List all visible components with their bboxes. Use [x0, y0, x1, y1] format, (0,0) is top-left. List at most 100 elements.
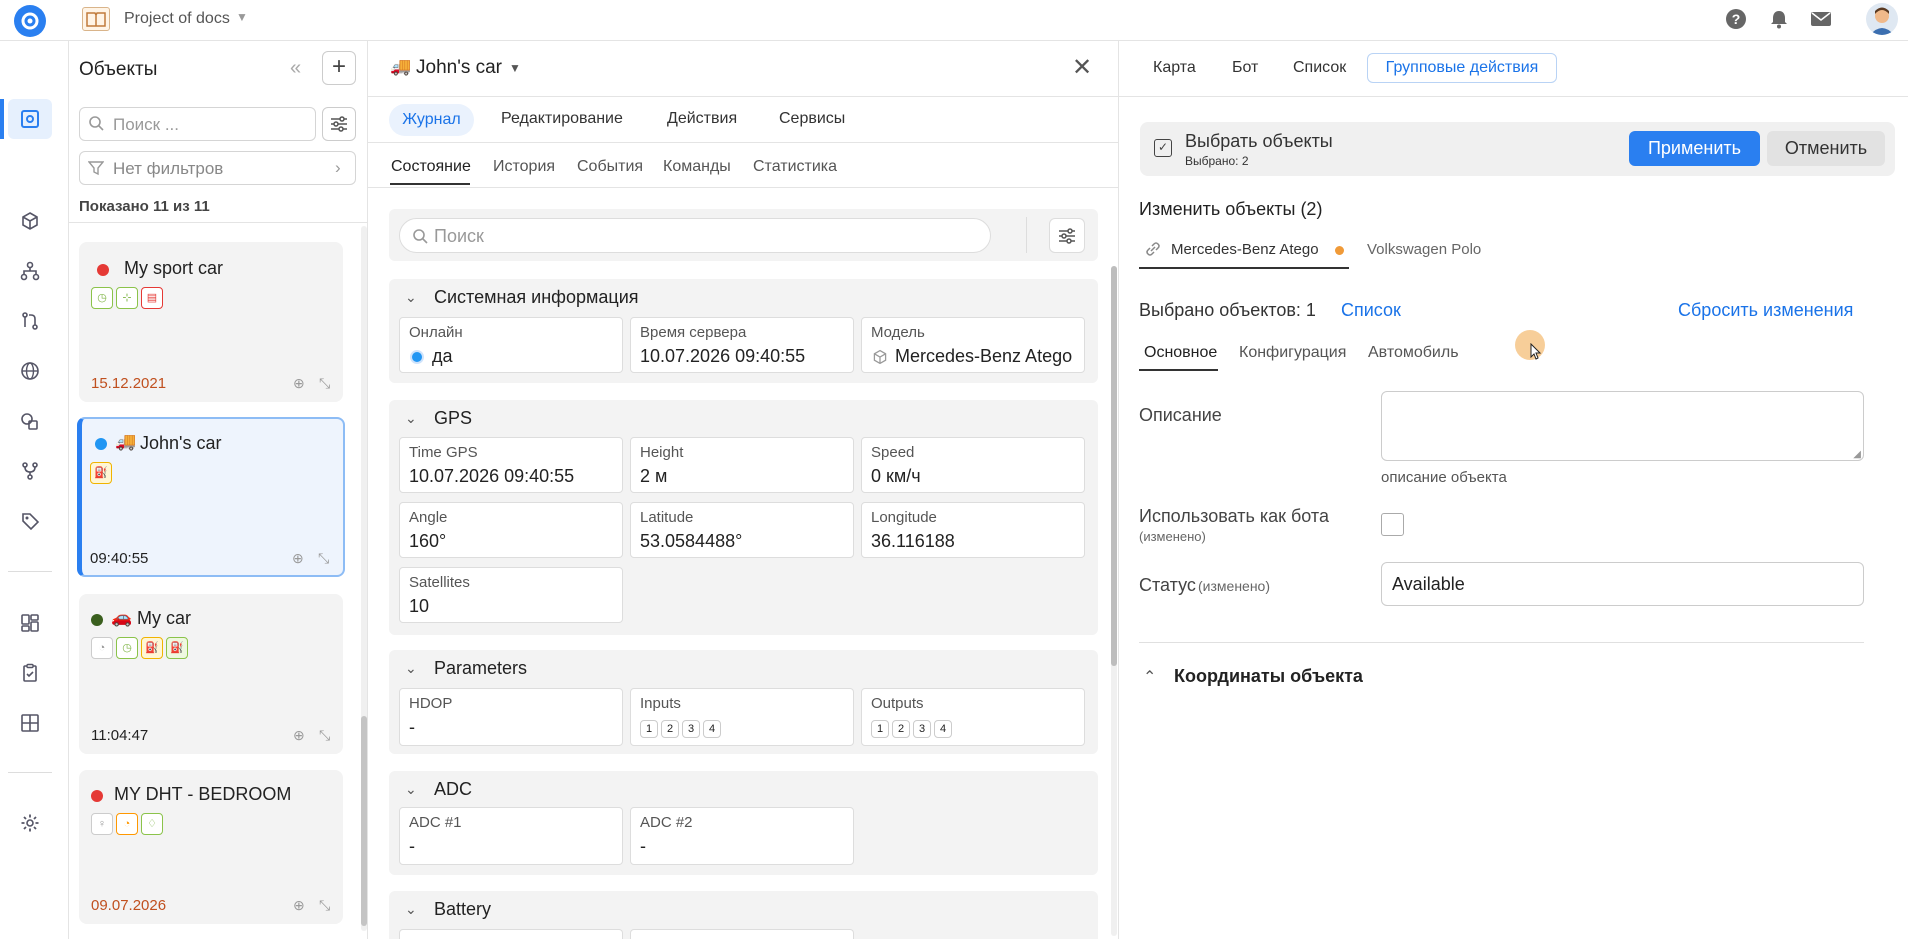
chevron-down-icon[interactable]: ⌄ — [405, 781, 417, 798]
route-icon[interactable] — [18, 309, 42, 333]
cell-value: 0 км/ч — [871, 466, 921, 486]
state-settings-button[interactable] — [1049, 218, 1085, 253]
subtab-statistics[interactable]: Статистика — [753, 158, 837, 176]
hierarchy-icon[interactable] — [18, 259, 42, 283]
chevron-down-icon[interactable]: ⌄ — [405, 289, 417, 306]
scrollbar-thumb[interactable] — [1111, 266, 1117, 666]
sensor-icons: ⛽ — [90, 462, 115, 484]
object-card[interactable]: 🚗 My car ◔ ◷ ⛽ ⛽ 11:04:47 ⊕ ⤡ — [79, 594, 343, 754]
status-dot — [95, 438, 107, 450]
subtab-commands[interactable]: Команды — [663, 158, 731, 176]
chevron-down-icon[interactable]: ⌄ — [405, 410, 417, 427]
detail-scrollbar[interactable] — [1111, 266, 1117, 936]
bot-checkbox[interactable] — [1381, 513, 1404, 536]
table-icon[interactable] — [18, 711, 42, 735]
tab-services[interactable]: Сервисы — [779, 110, 845, 128]
geofence-icon[interactable] — [18, 409, 42, 433]
crosshair-icon[interactable]: ⊕ — [293, 727, 305, 744]
help-icon[interactable]: ? — [1726, 9, 1746, 29]
cube-icon[interactable] — [18, 209, 42, 233]
bot-changed-label: (изменено) — [1139, 529, 1206, 544]
branch-icon[interactable] — [18, 459, 42, 483]
description-textarea[interactable]: ◢ — [1381, 391, 1864, 461]
tab-edit[interactable]: Редактирование — [501, 110, 623, 128]
cell-value: 10.07.2026 09:40:55 — [640, 346, 806, 366]
modified-dot — [1335, 246, 1344, 255]
crosshair-icon[interactable]: ⊕ — [293, 897, 305, 914]
chevron-down-icon[interactable]: ▼ — [236, 10, 248, 24]
shrink-icon[interactable]: ⤡ — [318, 550, 329, 567]
objects-panel: Объекты « + Поиск ... Нет фильтров › Пок… — [69, 41, 368, 939]
tab-map[interactable]: Карта — [1153, 59, 1196, 77]
tab-group-actions[interactable]: Групповые действия — [1367, 53, 1557, 83]
apply-button[interactable]: Применить — [1629, 131, 1760, 166]
subtab-events[interactable]: События — [577, 158, 643, 176]
project-selector[interactable]: Project of docs — [124, 10, 230, 28]
checkbox-checked-icon[interactable]: ✓ — [1154, 139, 1172, 157]
shrink-icon[interactable]: ⤡ — [319, 727, 330, 744]
objects-scrollbar[interactable] — [361, 226, 367, 931]
cancel-button[interactable]: Отменить — [1767, 131, 1885, 166]
channel-badge: 4 — [703, 720, 721, 738]
tab-journal[interactable]: Журнал — [389, 104, 474, 136]
cell-label: Онлайн — [409, 324, 463, 341]
status-label: Статус — [1139, 575, 1196, 595]
tab-bot[interactable]: Бот — [1232, 59, 1258, 77]
shrink-icon[interactable]: ⤡ — [319, 897, 330, 914]
nav-monitoring[interactable] — [8, 99, 52, 139]
subtab-state[interactable]: Состояние — [391, 158, 471, 176]
globe-icon[interactable] — [18, 359, 42, 383]
cell-label: Time GPS — [409, 444, 478, 461]
search-icon — [88, 115, 104, 136]
state-search-input[interactable]: Поиск — [399, 218, 991, 253]
collapse-icon[interactable]: « — [290, 57, 301, 80]
scrollbar-thumb[interactable] — [361, 716, 367, 926]
object-card[interactable]: My sport car ◷ ⊹ ▤ 15.12.2021 ⊕ ⤡ — [79, 242, 343, 402]
resize-handle-icon[interactable]: ◢ — [1853, 449, 1861, 460]
tag-icon[interactable] — [18, 509, 42, 533]
truck-icon: 🚚 — [115, 432, 137, 451]
chevron-up-icon[interactable]: ⌃ — [1143, 667, 1156, 687]
header-divider — [368, 96, 1119, 97]
mail-icon[interactable] — [1810, 10, 1832, 33]
form-tab-underline — [1139, 369, 1218, 371]
funnel-icon — [87, 160, 105, 181]
object-search[interactable]: Поиск ... — [79, 107, 316, 141]
reset-changes-link[interactable]: Сбросить изменения — [1678, 300, 1853, 321]
link-icon — [1144, 240, 1162, 263]
shrink-icon[interactable]: ⤡ — [319, 375, 330, 392]
form-tab-main[interactable]: Основное — [1144, 344, 1217, 362]
object-card-selected[interactable]: 🚚 John's car ⛽ 09:40:55 ⊕ ⤡ — [77, 417, 345, 577]
rail-divider — [8, 571, 52, 572]
report-icon[interactable] — [18, 661, 42, 685]
gear-icon[interactable] — [18, 811, 42, 835]
chevron-down-icon[interactable]: ⌄ — [405, 901, 417, 918]
section-title: GPS — [434, 408, 473, 428]
filter-selector[interactable]: Нет фильтров › — [79, 151, 356, 185]
object-tab-volkswagen[interactable]: Volkswagen Polo — [1367, 241, 1481, 258]
subtab-history[interactable]: История — [493, 158, 555, 176]
user-avatar[interactable] — [1866, 3, 1898, 35]
chevron-down-icon[interactable]: ⌄ — [405, 660, 417, 677]
list-link[interactable]: Список — [1341, 300, 1401, 321]
app-logo[interactable] — [14, 5, 46, 37]
crosshair-icon[interactable]: ⊕ — [292, 550, 304, 567]
crosshair-icon[interactable]: ⊕ — [293, 375, 305, 392]
bell-icon[interactable] — [1768, 8, 1790, 35]
object-tab-mercedes[interactable]: Mercedes-Benz Atego — [1139, 233, 1349, 269]
cell-label: ADC #2 — [640, 814, 693, 831]
form-tab-config[interactable]: Конфигурация — [1239, 344, 1346, 362]
tab-list[interactable]: Список — [1293, 59, 1346, 77]
filter-settings-button[interactable] — [322, 107, 356, 141]
coords-section-title[interactable]: Координаты объекта — [1174, 666, 1363, 687]
dashboard-icon[interactable] — [18, 611, 42, 635]
channel-badge: 1 — [871, 720, 889, 738]
tab-actions[interactable]: Действия — [667, 110, 737, 128]
add-object-button[interactable]: + — [322, 51, 356, 85]
status-field[interactable]: Available — [1381, 562, 1864, 606]
form-tab-vehicle[interactable]: Автомобиль — [1368, 344, 1459, 362]
object-card[interactable]: MY DHT - BEDROOM ♀ ◔ ♢ 09.07.2026 ⊕ ⤡ — [79, 770, 343, 924]
chevron-down-icon[interactable]: ▼ — [509, 61, 521, 75]
status-dot — [91, 790, 103, 802]
close-icon[interactable]: ✕ — [1072, 53, 1092, 82]
